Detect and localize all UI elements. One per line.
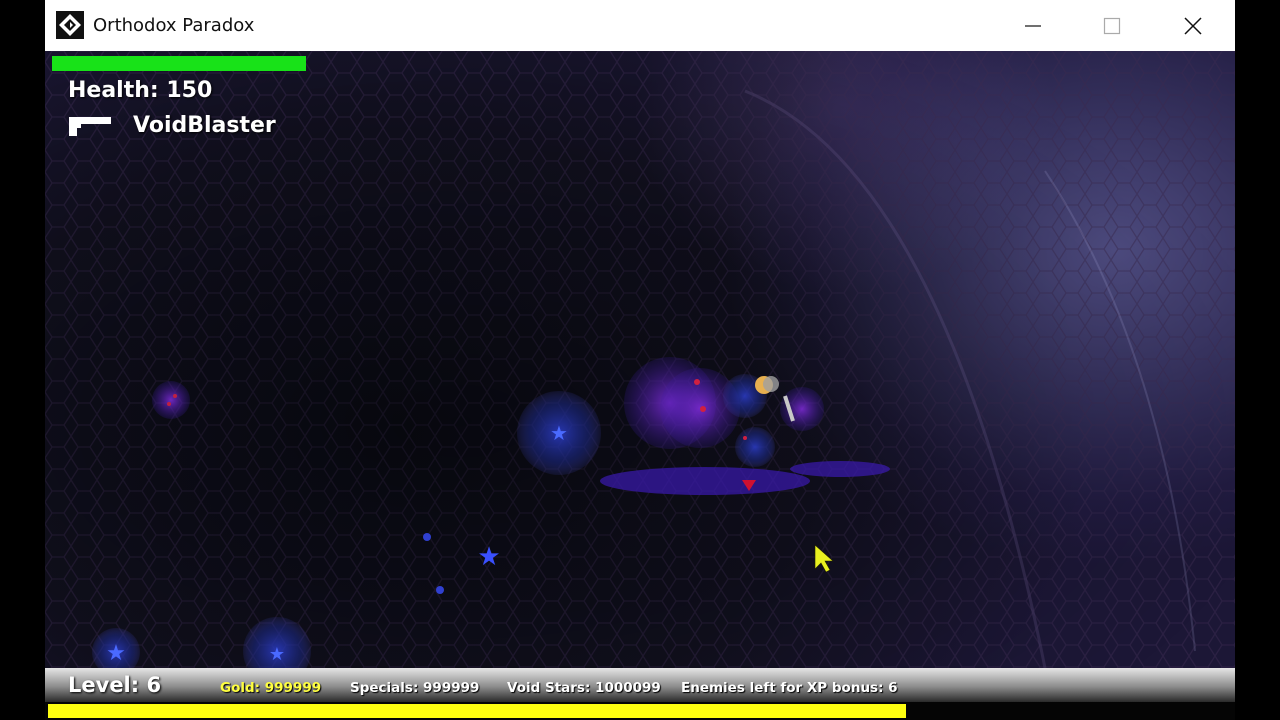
maximize-button[interactable] — [1086, 0, 1138, 51]
title-bar: Orthodox Paradox — [45, 0, 1235, 52]
app-icon — [56, 11, 84, 39]
close-button[interactable] — [1167, 0, 1219, 51]
gold-label: Gold: 999999 — [220, 680, 322, 696]
level-label: Level: 6 — [68, 673, 162, 697]
maximize-icon — [1103, 17, 1121, 34]
minimize-button[interactable] — [1007, 0, 1059, 51]
enemy-orb — [152, 381, 190, 419]
svg-text:★: ★ — [477, 542, 500, 572]
svg-text:★: ★ — [550, 421, 568, 445]
specials-label: Specials: 999999 — [350, 680, 480, 696]
window-title: Orthodox Paradox — [93, 15, 255, 36]
close-icon — [1184, 16, 1202, 35]
xp-bar-fill — [48, 704, 907, 718]
game-viewport[interactable]: Health: 150 VoidBlaster ★ ★ ★ ★ — [45, 51, 1235, 668]
status-bar: Level: 6 Gold: 999999 Specials: 999999 V… — [45, 668, 1235, 702]
enemies-left-label: Enemies left for XP bonus: 6 — [681, 680, 898, 696]
yellow-cursor-icon — [814, 544, 834, 573]
enemy-orb: ★ — [517, 391, 601, 475]
enemy-cluster — [600, 357, 890, 495]
minimize-icon — [1025, 24, 1041, 27]
xp-bar — [45, 702, 1235, 720]
star-pickup: ★ — [423, 533, 501, 594]
scene-layer: ★ ★ ★ ★ — [92, 357, 890, 668]
game-window: Orthodox Paradox Health: 150 VoidBlaster… — [45, 0, 1235, 720]
void-stars-label: Void Stars: 1000099 — [507, 680, 661, 696]
enemy-orb: ★ — [243, 617, 311, 668]
svg-text:★: ★ — [106, 641, 126, 666]
svg-text:★: ★ — [269, 644, 285, 665]
enemy-orb: ★ — [92, 628, 140, 668]
